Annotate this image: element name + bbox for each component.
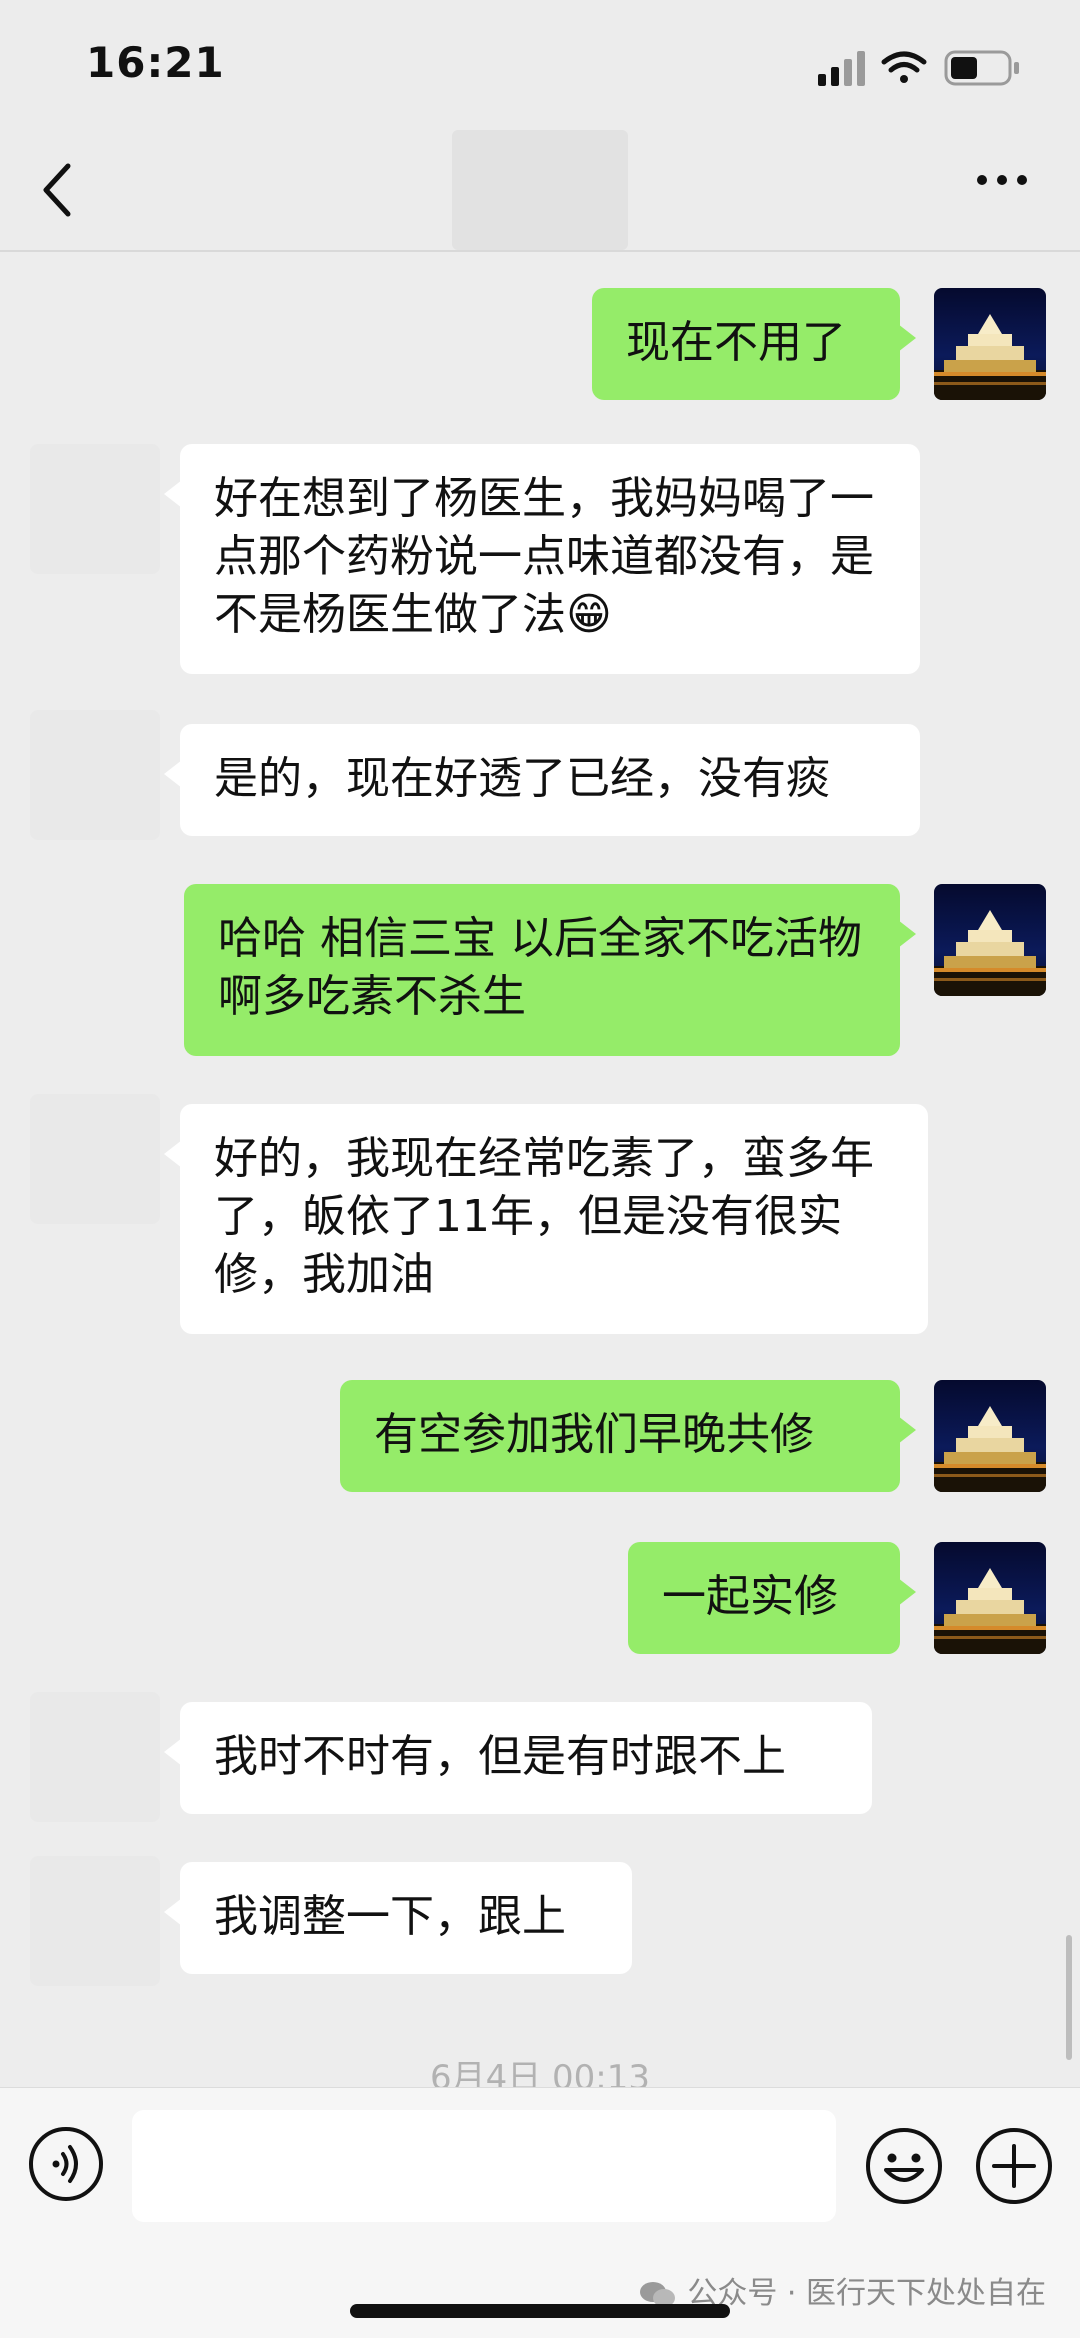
message-bubble-self[interactable]: 哈哈 相信三宝 以后全家不吃活物啊多吃素不杀生	[184, 884, 916, 1056]
contact-avatar[interactable]	[30, 1692, 160, 1822]
chat-title	[452, 130, 628, 250]
message-input[interactable]	[132, 2110, 836, 2222]
signal-icon	[818, 51, 865, 86]
my-avatar[interactable]	[934, 1542, 1046, 1654]
battery-icon	[944, 50, 1019, 86]
my-avatar[interactable]	[934, 288, 1046, 400]
input-bar: 公众号 · 医行天下处处自在	[0, 2087, 1080, 2338]
message-bubble-other[interactable]: 是的，现在好透了已经，没有痰	[164, 724, 920, 836]
contact-avatar[interactable]	[30, 1856, 160, 1986]
my-avatar[interactable]	[934, 1380, 1046, 1492]
home-indicator[interactable]	[350, 2304, 730, 2318]
plus-icon[interactable]	[974, 2126, 1054, 2206]
emoji-icon[interactable]	[864, 2126, 944, 2206]
chevron-left-icon[interactable]	[38, 160, 78, 220]
chat-area[interactable]: 现在不用了 好在想到了杨医生，我妈妈喝了一点那个药粉说一点味道都没有，是不是杨医…	[0, 252, 1080, 2087]
message-bubble-self[interactable]: 有空参加我们早晚共修	[340, 1380, 916, 1492]
contact-avatar[interactable]	[30, 1094, 160, 1224]
message-bubble-other[interactable]: 我调整一下，跟上	[164, 1862, 632, 1974]
status-time: 16:21	[86, 38, 225, 87]
message-bubble-self[interactable]: 现在不用了	[592, 288, 916, 400]
message-bubble-self[interactable]: 一起实修	[628, 1542, 916, 1654]
status-icons	[818, 50, 1019, 86]
watermark-text: 公众号 · 医行天下处处自在	[687, 2276, 1046, 2311]
voice-icon[interactable]	[28, 2126, 104, 2202]
message-bubble-other[interactable]: 我时不时有，但是有时跟不上	[164, 1702, 872, 1814]
message-bubble-other[interactable]: 好在想到了杨医生，我妈妈喝了一点那个药粉说一点味道都没有，是不是杨医生做了法😁	[164, 444, 920, 674]
status-bar: 16:21	[0, 0, 1080, 130]
contact-avatar[interactable]	[30, 444, 160, 574]
my-avatar[interactable]	[934, 884, 1046, 996]
more-dots-icon[interactable]	[974, 170, 1030, 190]
wifi-icon	[881, 51, 927, 83]
contact-avatar[interactable]	[30, 710, 160, 840]
chat-navbar	[0, 130, 1080, 252]
message-bubble-other[interactable]: 好的，我现在经常吃素了，蛮多年了，皈依了11年，但是没有很实修，我加油	[164, 1104, 928, 1334]
chat-scrollbar[interactable]	[1066, 1935, 1072, 2060]
